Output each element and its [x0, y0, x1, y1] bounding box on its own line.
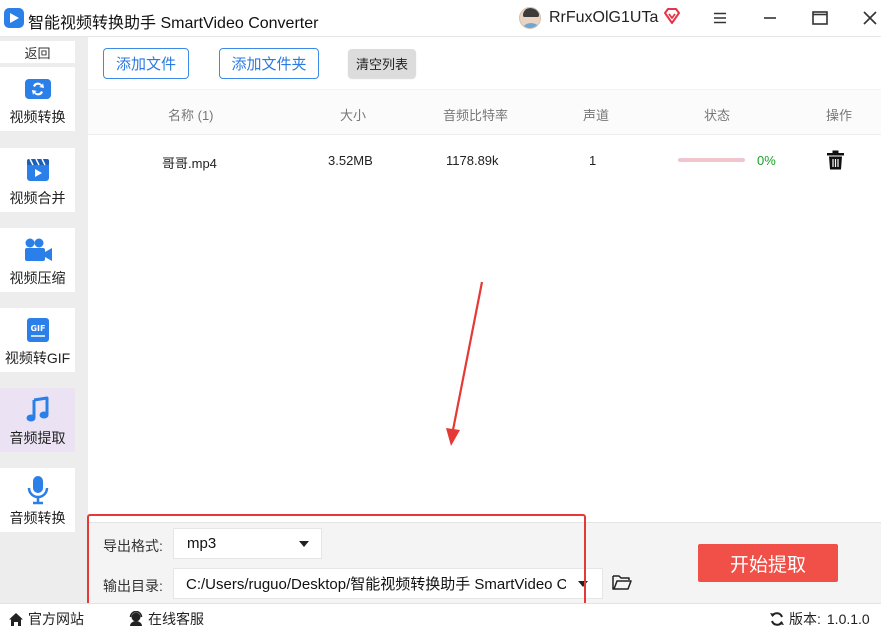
format-select[interactable]: mp3: [173, 528, 322, 559]
sidebar-item-label: 视频转换: [9, 109, 66, 125]
menu-button[interactable]: [705, 4, 735, 32]
app-logo-icon: [4, 8, 24, 28]
sidebar-item-video-compress[interactable]: 视频压缩: [0, 228, 75, 292]
folder-open-icon[interactable]: [612, 574, 632, 590]
home-icon: [9, 612, 23, 626]
output-dir-label: 输出目录:: [103, 578, 163, 594]
sidebar-item-label: 视频压缩: [9, 270, 66, 286]
file-channels: 1: [589, 153, 597, 168]
video-convert-icon: [23, 74, 53, 104]
column-bitrate[interactable]: 音频比特率: [443, 105, 508, 124]
status-bar: 官方网站 在线客服 版本: 1.0.1.0: [0, 603, 881, 629]
file-size: 3.52MB: [328, 153, 373, 168]
online-support-link[interactable]: 在线客服: [128, 609, 204, 629]
refresh-icon: [770, 612, 784, 626]
hamburger-icon: [714, 12, 726, 24]
file-table-header: 名称 (1) 大小 音频比特率 声道 状态 操作: [88, 89, 881, 135]
minimize-button[interactable]: [755, 4, 785, 32]
sidebar-item-label: 音频转换: [9, 510, 66, 526]
music-note-icon: [23, 395, 53, 425]
official-website-link[interactable]: 官方网站: [8, 609, 84, 629]
minimize-icon: [764, 17, 776, 19]
official-website-label: 官方网站: [28, 611, 84, 627]
column-actions: 操作: [826, 108, 853, 123]
column-channels[interactable]: 声道: [583, 105, 609, 124]
sidebar-item-label: 视频合并: [9, 190, 66, 206]
file-bitrate: 1178.89k: [446, 153, 499, 168]
start-extract-button[interactable]: 开始提取: [698, 544, 838, 582]
online-support-label: 在线客服: [148, 611, 204, 627]
video-compress-icon: [23, 235, 53, 265]
format-label: 导出格式:: [103, 538, 163, 554]
dropdown-caret-icon: [299, 541, 309, 547]
column-name[interactable]: 名称 (1): [168, 105, 214, 124]
column-status: 状态: [704, 108, 731, 123]
sidebar-item-video-to-gif[interactable]: GIF 视频转GIF: [0, 308, 75, 372]
vip-diamond-icon[interactable]: [662, 6, 682, 26]
sidebar-item-label: 视频转GIF: [4, 350, 71, 366]
app-title: 智能视频转换助手 SmartVideo Converter: [28, 15, 319, 32]
add-folder-button[interactable]: 添加文件夹: [219, 48, 319, 79]
output-dir-value: C:/Users/ruguo/Desktop/智能视频转换助手 SmartVid…: [186, 576, 566, 593]
close-button[interactable]: [855, 4, 881, 32]
back-button[interactable]: 返回: [0, 41, 75, 63]
column-size[interactable]: 大小: [340, 105, 366, 124]
sidebar-item-label: 音频提取: [9, 430, 66, 446]
gif-icon: GIF: [23, 315, 53, 345]
sidebar: 返回 视频转换 视频合并 视频压缩 GIF 视频转GIF 音频提取 音频转换: [0, 37, 88, 603]
user-avatar[interactable]: [519, 7, 541, 29]
sidebar-item-audio-extract[interactable]: 音频提取: [0, 388, 75, 452]
trash-icon[interactable]: [826, 150, 845, 170]
sidebar-item-video-merge[interactable]: 视频合并: [0, 148, 75, 212]
svg-text:GIF: GIF: [30, 324, 45, 333]
customer-service-icon: [129, 611, 143, 626]
progress-bar: [678, 158, 745, 162]
sidebar-item-audio-convert[interactable]: 音频转换: [0, 468, 75, 532]
sidebar-item-video-convert[interactable]: 视频转换: [0, 67, 75, 131]
version-label: 版本:: [789, 611, 821, 627]
dropdown-caret-icon: [578, 581, 588, 587]
add-file-button[interactable]: 添加文件: [103, 48, 189, 79]
user-name[interactable]: RrFuxOlG1UTa: [549, 9, 658, 27]
maximize-button[interactable]: [805, 4, 835, 32]
microphone-icon: [23, 475, 53, 505]
maximize-icon: [812, 11, 828, 25]
format-select-value: mp3: [187, 535, 217, 552]
file-name: 哥哥.mp4: [162, 156, 217, 171]
progress-percent: 0%: [757, 153, 776, 168]
annotation-arrow: [446, 281, 484, 446]
version-info[interactable]: 版本: 1.0.1.0: [769, 609, 870, 629]
clear-list-button[interactable]: 清空列表: [348, 49, 416, 78]
video-merge-icon: [23, 155, 53, 185]
output-dir-select[interactable]: C:/Users/ruguo/Desktop/智能视频转换助手 SmartVid…: [173, 568, 603, 599]
close-icon: [863, 11, 877, 25]
title-bar: 智能视频转换助手 SmartVideo Converter RrFuxOlG1U…: [0, 0, 881, 37]
version-number: 1.0.1.0: [826, 611, 870, 627]
